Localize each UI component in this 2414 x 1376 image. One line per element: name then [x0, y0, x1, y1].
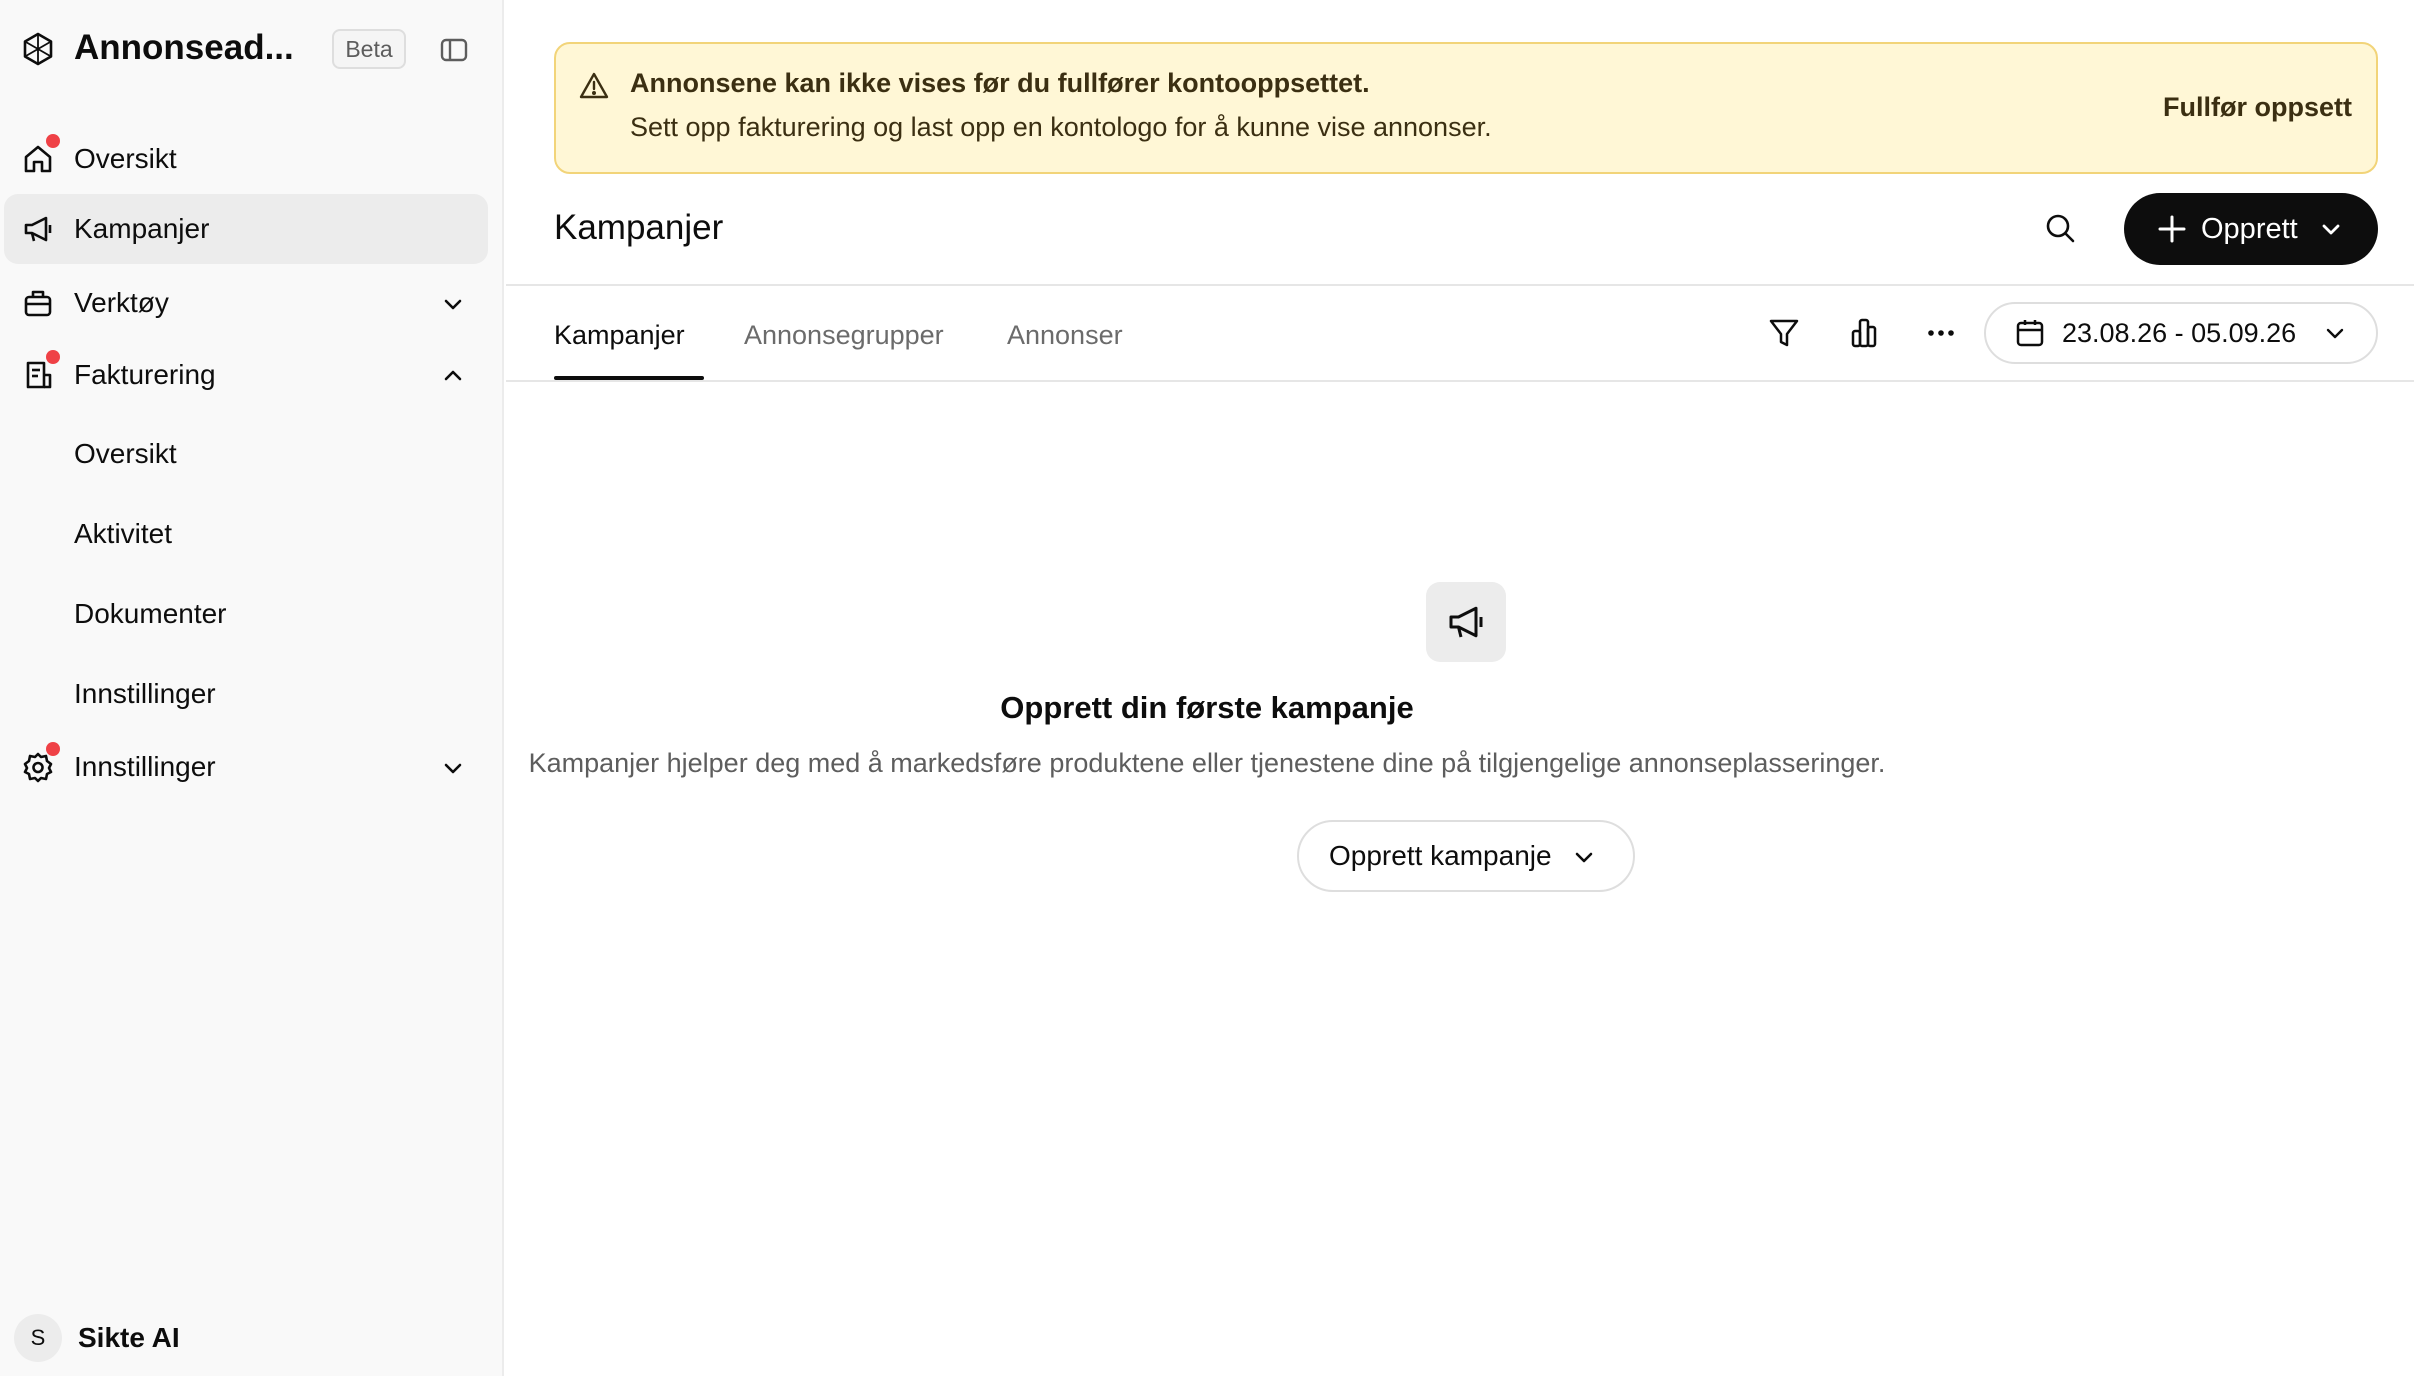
create-button-label: Opprett: [2201, 213, 2298, 245]
sidebar-item-label: Oversikt: [74, 143, 177, 174]
date-range-label: 23.08.26 - 05.09.26: [2062, 318, 2297, 348]
chevron-down-icon: [1571, 844, 1597, 870]
date-range-picker[interactable]: 23.08.26 - 05.09.26: [1984, 302, 2378, 364]
chevron-up-icon: [440, 363, 466, 389]
empty-state-icon-box: [1426, 582, 1506, 662]
sidebar-item-label: Fakturering: [74, 359, 216, 390]
warning-icon: [578, 70, 610, 102]
sidebar-subitem-oversikt[interactable]: Oversikt: [74, 434, 177, 474]
tab-annonsegrupper[interactable]: Annonsegrupper: [744, 314, 944, 356]
banner-text: Sett opp fakturering og last opp en kont…: [630, 112, 1492, 142]
tab-annonser[interactable]: Annonser: [1007, 314, 1123, 356]
sidebar-subitem-aktivitet[interactable]: Aktivitet: [74, 514, 172, 554]
megaphone-icon: [22, 213, 54, 245]
chevron-down-icon: [2318, 216, 2344, 242]
header-divider: [506, 284, 2414, 286]
avatar[interactable]: S: [14, 1314, 62, 1362]
create-campaign-button[interactable]: Opprett kampanje: [1297, 820, 1635, 892]
toolbox-icon: [22, 287, 54, 319]
tabs-divider: [506, 380, 2414, 382]
empty-state-description: Kampanjer hjelper deg med å markedsføre …: [528, 748, 1886, 778]
page-title: Kampanjer: [554, 208, 724, 247]
chart-icon[interactable]: [1846, 315, 1882, 351]
notification-dot: [46, 134, 60, 148]
sidebar-item-oversikt[interactable]: Oversikt: [4, 124, 488, 194]
complete-setup-link[interactable]: Fullfør oppsett: [2163, 92, 2352, 123]
banner-title: Annonsene kan ikke vises før du fullføre…: [630, 68, 1370, 98]
filter-icon[interactable]: [1766, 315, 1802, 351]
sidebar-item-kampanjer[interactable]: Kampanjer: [4, 194, 488, 264]
sidebar-item-fakturering[interactable]: Fakturering: [4, 340, 488, 410]
sidebar-item-label: Verktøy: [74, 287, 169, 318]
sidebar-toggle-icon[interactable]: [440, 36, 468, 64]
user-name[interactable]: Sikte AI: [78, 1318, 180, 1358]
sidebar-item-label: Kampanjer: [74, 213, 210, 244]
logo-icon: [18, 30, 58, 70]
plus-icon: [2156, 213, 2188, 245]
notification-dot: [46, 350, 60, 364]
calendar-icon: [2014, 317, 2046, 349]
billing-icon: [22, 359, 54, 391]
setup-warning-banner: Annonsene kan ikke vises før du fullføre…: [554, 42, 2378, 174]
sidebar: Annonsead... Beta Oversikt Kampanjer Ver…: [0, 0, 504, 1376]
home-icon: [22, 143, 54, 175]
more-icon[interactable]: [1923, 315, 1959, 351]
empty-state-title: Opprett din første kampanje: [1000, 690, 1414, 725]
megaphone-icon: [1446, 602, 1486, 642]
beta-badge: Beta: [332, 29, 406, 69]
tab-kampanjer[interactable]: Kampanjer: [554, 314, 685, 356]
create-campaign-label: Opprett kampanje: [1329, 840, 1552, 871]
search-icon[interactable]: [2042, 210, 2078, 246]
brand-title: Annonsead...: [74, 28, 294, 67]
sidebar-item-verktoy[interactable]: Verktøy: [4, 268, 488, 338]
create-button[interactable]: Opprett: [2124, 193, 2378, 265]
sidebar-subitem-dokumenter[interactable]: Dokumenter: [74, 594, 227, 634]
chevron-down-icon: [440, 291, 466, 317]
chevron-down-icon: [2322, 320, 2348, 346]
